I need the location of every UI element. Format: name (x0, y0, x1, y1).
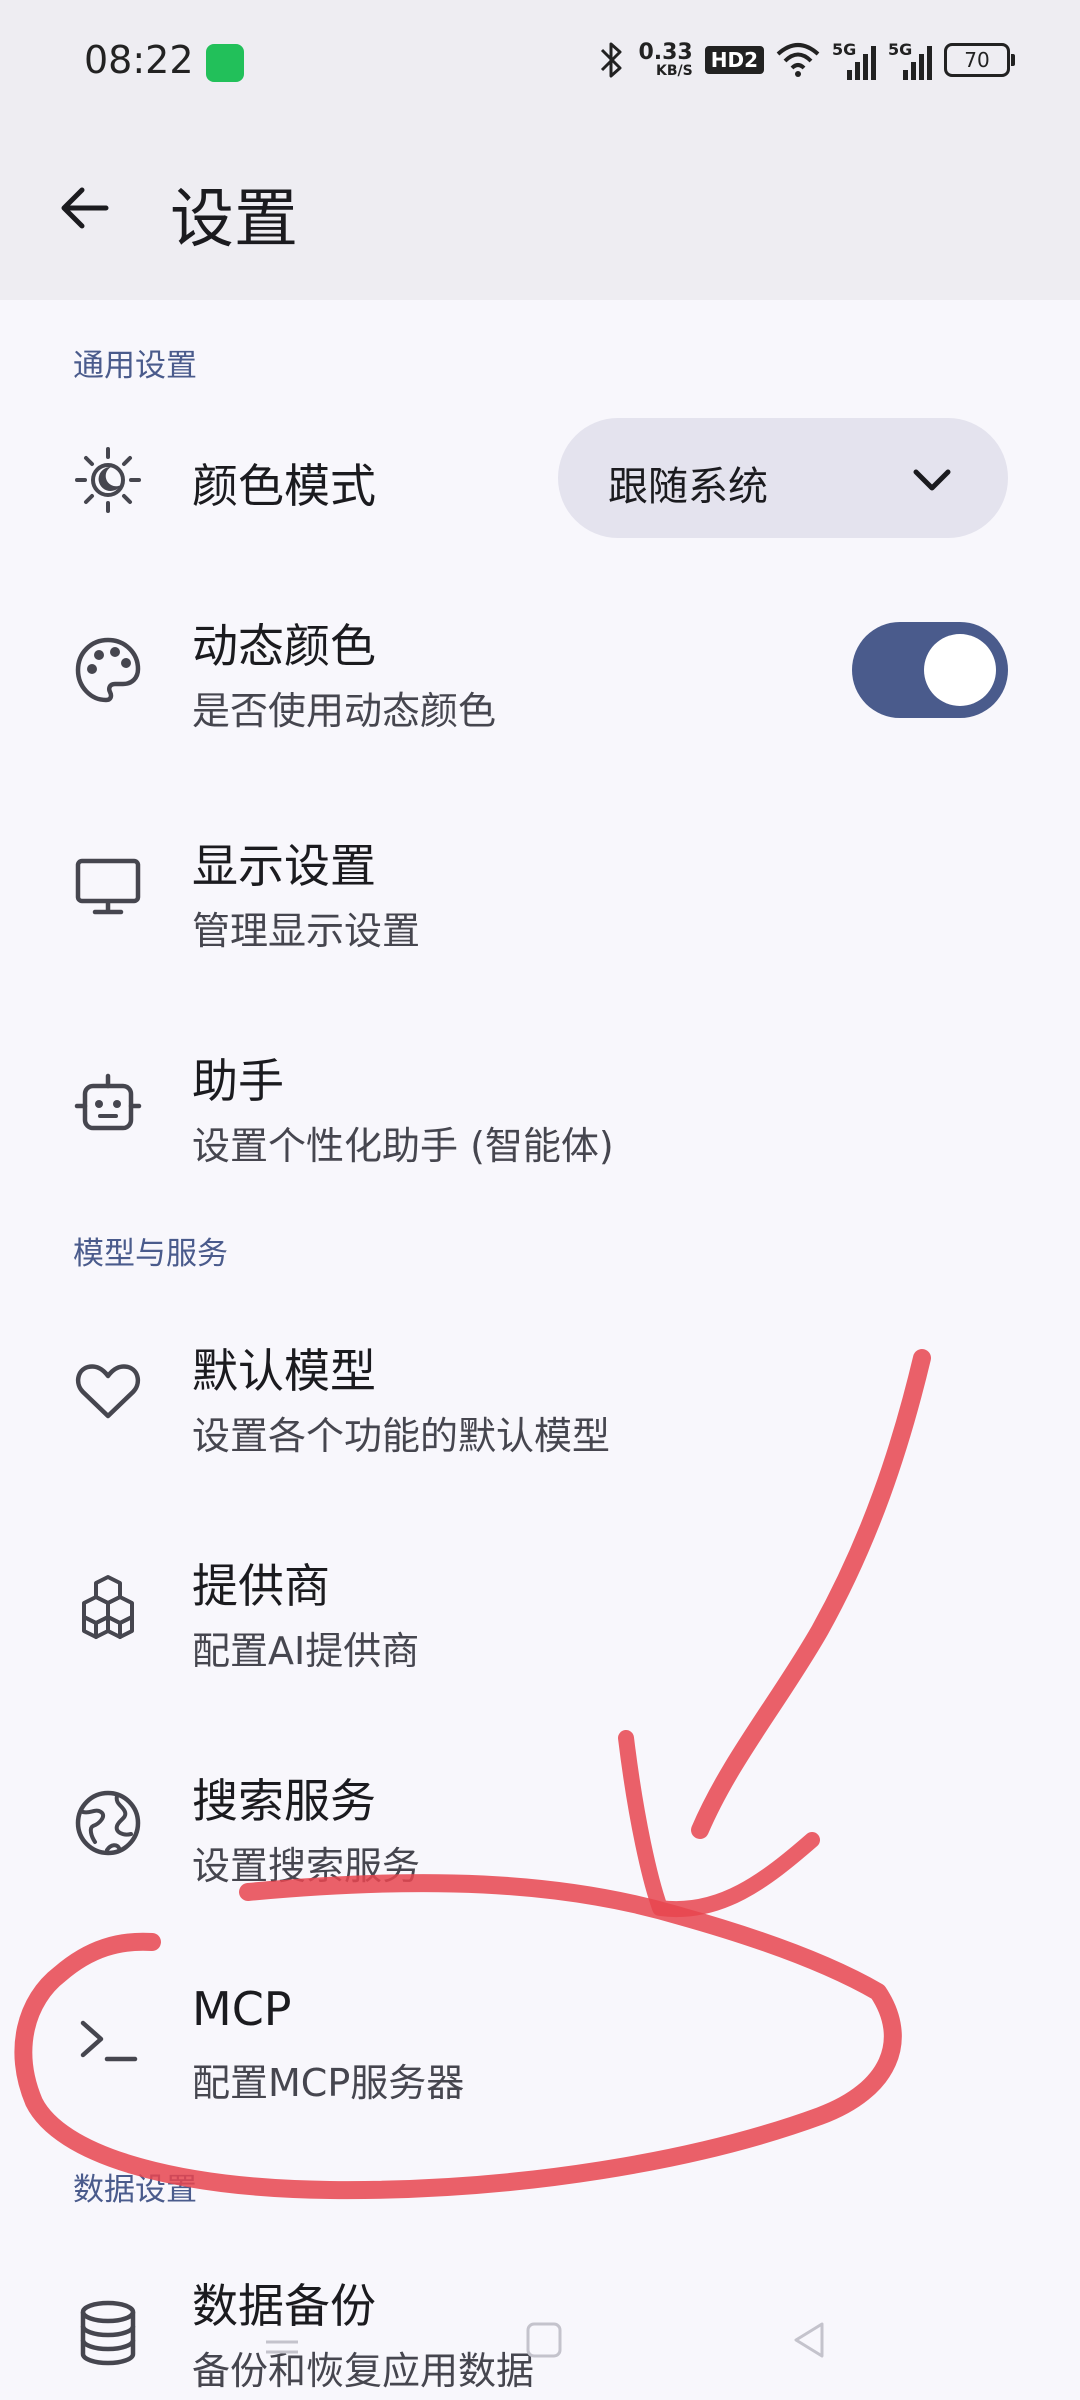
palette-icon (70, 632, 146, 708)
setting-subtitle: 设置搜索服务 (192, 1844, 421, 1888)
monitor-icon (70, 848, 146, 924)
section-models: 模型与服务 (73, 1236, 228, 1272)
setting-subtitle: 配置AI提供商 (192, 1629, 420, 1673)
cell-signal-icon: 5G (888, 40, 932, 80)
status-bar: 08:22 0.33 KB/S HD2 5G 5G 70 (0, 0, 1080, 130)
setting-title: 显示设置 (192, 839, 376, 893)
hd-badge: HD2 (704, 46, 764, 74)
back-button[interactable] (44, 168, 124, 248)
wifi-icon (776, 43, 820, 77)
setting-subtitle: 设置各个功能的默认模型 (192, 1414, 611, 1458)
setting-assistant[interactable]: 助手 设置个性化助手 (智能体) (0, 1035, 1080, 1175)
setting-subtitle: 管理显示设置 (192, 909, 421, 953)
section-data: 数据设置 (73, 2172, 197, 2208)
message-app-icon (206, 44, 244, 82)
globe-icon (70, 1785, 146, 1861)
setting-title: 动态颜色 (192, 619, 376, 673)
setting-search[interactable]: 搜索服务 设置搜索服务 (0, 1755, 1080, 1895)
system-nav-bar (0, 2300, 1080, 2400)
bluetooth-icon (601, 42, 622, 78)
brightness-auto-icon (70, 442, 146, 518)
setting-title: 提供商 (192, 1559, 330, 1613)
setting-title: 搜索服务 (192, 1774, 376, 1828)
arrow-back-icon (61, 187, 109, 229)
net-speed: 0.33 KB/S (638, 40, 693, 79)
setting-subtitle: 设置个性化助手 (智能体) (192, 1124, 614, 1168)
home-icon[interactable] (524, 2320, 564, 2360)
cell-signal-icon: 5G (832, 40, 876, 80)
chevron-down-icon (913, 469, 951, 491)
switch-thumb (924, 634, 996, 706)
dynamic-color-switch[interactable] (852, 622, 1008, 718)
color-mode-dropdown[interactable]: 跟随系统 (558, 418, 1008, 538)
setting-title: 默认模型 (192, 1344, 376, 1398)
setting-title: MCP (192, 1982, 292, 2036)
terminal-icon (70, 2002, 146, 2078)
app-bar: 设置 (0, 130, 1080, 300)
robot-icon (70, 1067, 146, 1143)
setting-subtitle: 配置MCP服务器 (192, 2061, 465, 2105)
status-indicators: 0.33 KB/S HD2 5G 5G 70 (596, 40, 1015, 80)
page-title: 设置 (170, 183, 298, 257)
status-time: 08:22 (84, 38, 194, 82)
setting-subtitle: 是否使用动态颜色 (192, 689, 497, 733)
heart-icon (70, 1353, 146, 1429)
back-nav-icon[interactable] (790, 2320, 830, 2360)
section-general: 通用设置 (73, 348, 197, 384)
setting-default-model[interactable]: 默认模型 设置各个功能的默认模型 (0, 1325, 1080, 1465)
setting-title: 助手 (192, 1054, 284, 1108)
boxes-icon (70, 1570, 146, 1646)
setting-provider[interactable]: 提供商 配置AI提供商 (0, 1540, 1080, 1680)
setting-title: 颜色模式 (192, 459, 376, 513)
setting-mcp[interactable]: MCP 配置MCP服务器 (0, 1972, 1080, 2112)
setting-display[interactable]: 显示设置 管理显示设置 (0, 820, 1080, 960)
battery-level: 70 (964, 48, 990, 72)
recents-icon[interactable] (262, 2332, 302, 2362)
battery-icon: 70 (944, 43, 1015, 77)
dropdown-value: 跟随系统 (608, 464, 768, 510)
